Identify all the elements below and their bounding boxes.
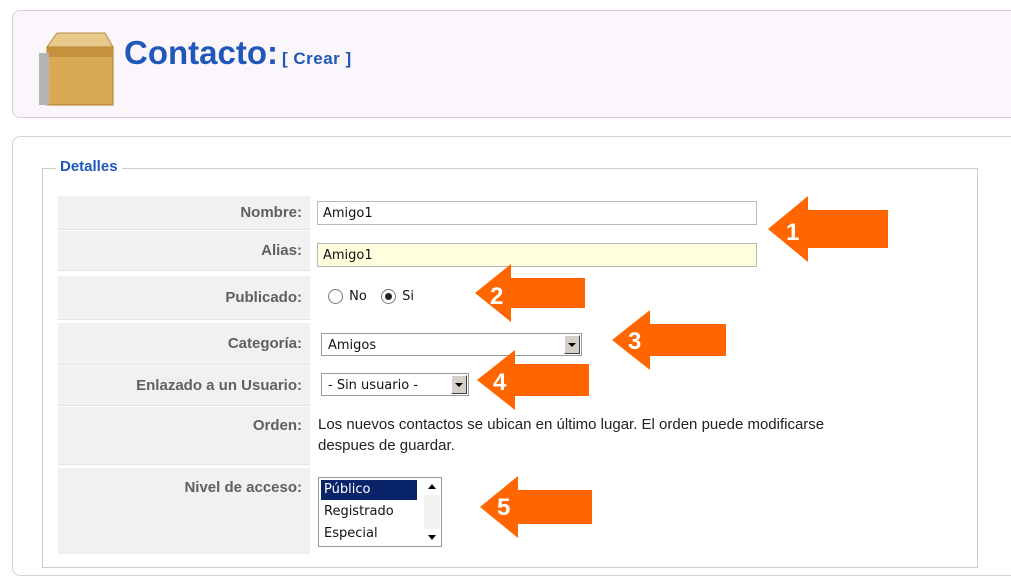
nivel-listbox[interactable]: Público Registrado Especial (318, 477, 442, 547)
usuario-label: Enlazado a un Usuario: (58, 366, 310, 406)
publicado-label: Publicado: (58, 276, 310, 320)
scroll-up-icon[interactable] (424, 479, 440, 495)
page-subtitle: [ Crear ] (281, 49, 352, 68)
annotation-number-5: 5 (497, 494, 511, 521)
annotation-number-3: 3 (628, 328, 642, 355)
box-icon (39, 32, 114, 106)
nivel-option-publico[interactable]: Público (321, 480, 417, 500)
annotation-number-4: 4 (493, 369, 507, 396)
publicado-si-radio[interactable] (380, 289, 396, 304)
orden-note-line1: Los nuevos contactos se ubican en último… (318, 416, 825, 433)
usuario-select[interactable]: - Sin usuario - (321, 373, 469, 396)
nivel-label: Nivel de acceso: (58, 468, 310, 554)
orden-note-line2: despues de guardar. (318, 437, 455, 454)
alias-label: Alias: (58, 231, 310, 271)
nombre-label: Nombre: (58, 196, 310, 230)
usuario-value: - Sin usuario - (328, 378, 419, 393)
categoria-value: Amigos (328, 338, 377, 353)
orden-label: Orden: (58, 407, 310, 465)
nivel-option-registrado[interactable]: Registrado (321, 502, 417, 522)
nivel-option-especial[interactable]: Especial (321, 524, 417, 544)
annotation-number-1: 1 (786, 219, 800, 246)
annotation-number-2: 2 (490, 283, 504, 310)
page-title: Contacto:[ Crear ] (124, 34, 352, 71)
nivel-scrollbar[interactable] (424, 479, 440, 545)
usuario-dropdown-icon[interactable] (451, 375, 467, 394)
publicado-no-label: No (349, 289, 367, 304)
categoria-label: Categoría: (58, 323, 310, 365)
publicado-no-radio[interactable] (328, 289, 343, 304)
scroll-down-icon[interactable] (424, 529, 440, 545)
orden-note: Los nuevos contactos se ubican en último… (318, 414, 978, 456)
publicado-si-label: Si (402, 289, 414, 304)
nombre-input[interactable]: Amigo1 (317, 201, 757, 225)
fieldset-legend: Detalles (56, 158, 122, 175)
